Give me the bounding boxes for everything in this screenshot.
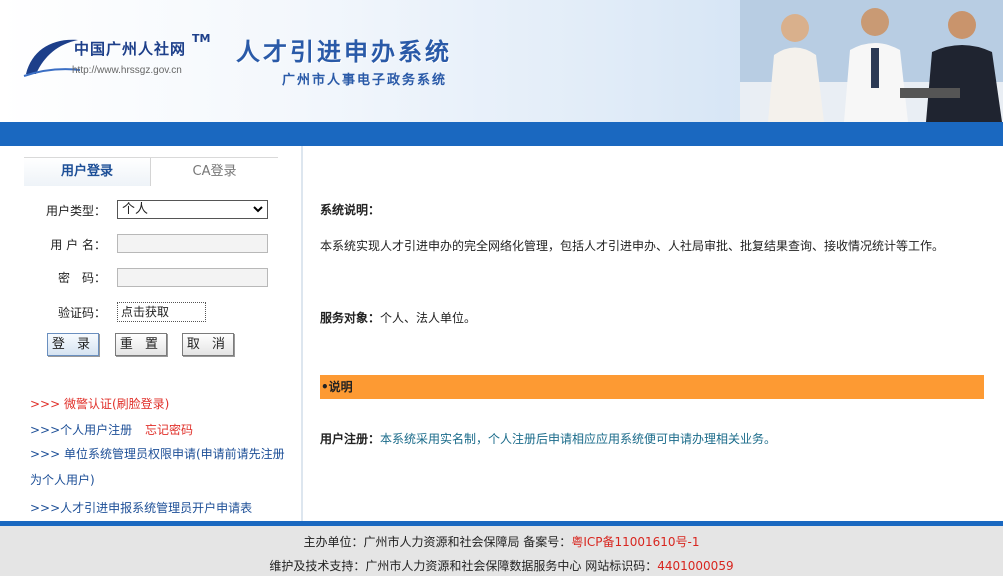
logo-trademark: TM	[192, 32, 211, 45]
note-bar: •说明	[320, 375, 984, 399]
captcha-label: 验证码：	[57, 306, 106, 320]
header-blue-bar	[0, 122, 1003, 146]
service-target: 服务对象：个人、法人单位。	[320, 309, 476, 326]
footer-line-2: 维护及技术支持：广州市人力资源和社会保障数据服务中心 网站标识码：4401000…	[0, 557, 1003, 574]
system-title: 人才引进申办系统	[236, 38, 452, 66]
system-desc-text: 本系统实现人才引进申办的完全网络化管理，包括人才引进申办、人社局审批、批复结果查…	[320, 239, 945, 253]
unit-admin-apply-link[interactable]: >>> 单位系统管理员权限申请(申请前请先注册为个人用户)	[30, 441, 285, 493]
police-face-auth-link[interactable]: >>> 微警认证(刷脸登录)	[30, 395, 169, 412]
personal-register-link[interactable]: >>>个人用户注册	[30, 421, 132, 438]
footer-icp-link[interactable]: 粤ICP备11001610号-1	[571, 535, 699, 549]
login-button[interactable]: 登 录	[47, 333, 99, 356]
user-type-label: 用户类型：	[45, 204, 106, 218]
user-register-label: 用户注册：	[320, 432, 381, 446]
footer: 主办单位：广州市人力资源和社会保障局 备案号：粤ICP备11001610号-1 …	[0, 526, 1003, 576]
service-target-label: 服务对象：	[320, 311, 381, 325]
admin-account-form-link[interactable]: >>>人才引进申报系统管理员开户申请表	[30, 499, 252, 516]
system-desc-label: 系统说明：	[320, 203, 381, 217]
footer-line-1: 主办单位：广州市人力资源和社会保障局 备案号：粤ICP备11001610号-1	[0, 533, 1003, 550]
user-type-select[interactable]: 个人	[117, 200, 268, 219]
business-people-photo-icon	[740, 0, 1003, 122]
tab-user-login[interactable]: 用户登录	[24, 158, 151, 186]
header: 中国广州人社网 TM http://www.hrssgz.gov.cn 人才引进…	[0, 0, 1003, 122]
cancel-button[interactable]: 取 消	[182, 333, 234, 356]
footer-site-code: 4401000059	[657, 559, 734, 573]
tab-ca-login[interactable]: CA登录	[151, 158, 278, 186]
content-panel: 系统说明： 本系统实现人才引进申办的完全网络化管理，包括人才引进申办、人社局审批…	[303, 146, 1003, 521]
captcha-get-button[interactable]: 点击获取	[117, 302, 206, 322]
password-input[interactable]	[117, 268, 268, 287]
user-register-note: 用户注册：本系统采用实名制，个人注册后申请相应应用系统便可申请办理相关业务。	[320, 430, 776, 447]
footer-sponsor: 主办单位：广州市人力资源和社会保障局 备案号：	[303, 535, 572, 549]
password-label: 密 码：	[57, 271, 106, 285]
service-target-text: 个人、法人单位。	[380, 311, 477, 325]
footer-support: 维护及技术支持：广州市人力资源和社会保障数据服务中心 网站标识码：	[269, 559, 658, 573]
reset-button[interactable]: 重 置	[115, 333, 167, 356]
system-subtitle: 广州市人事电子政务系统	[282, 73, 448, 88]
login-panel: 用户登录 CA登录 用户类型： 个人 用 户 名： 密 码： 验证码： 点击获取…	[0, 146, 302, 521]
header-photo	[740, 0, 1003, 122]
user-register-text: 本系统采用实名制，个人注册后申请相应应用系统便可申请办理相关业务。	[380, 432, 777, 446]
chevron-down-icon	[252, 201, 264, 223]
username-label: 用 户 名：	[50, 238, 106, 252]
user-type-value: 个人	[122, 202, 149, 217]
site-logo[interactable]: 中国广州人社网 TM http://www.hrssgz.gov.cn	[22, 30, 222, 85]
logo-url: http://www.hrssgz.gov.cn	[72, 65, 182, 76]
username-input[interactable]	[117, 234, 268, 253]
logo-text: 中国广州人社网	[74, 40, 187, 58]
login-tabs: 用户登录 CA登录	[24, 157, 278, 186]
forgot-password-link[interactable]: 忘记密码	[145, 421, 193, 438]
